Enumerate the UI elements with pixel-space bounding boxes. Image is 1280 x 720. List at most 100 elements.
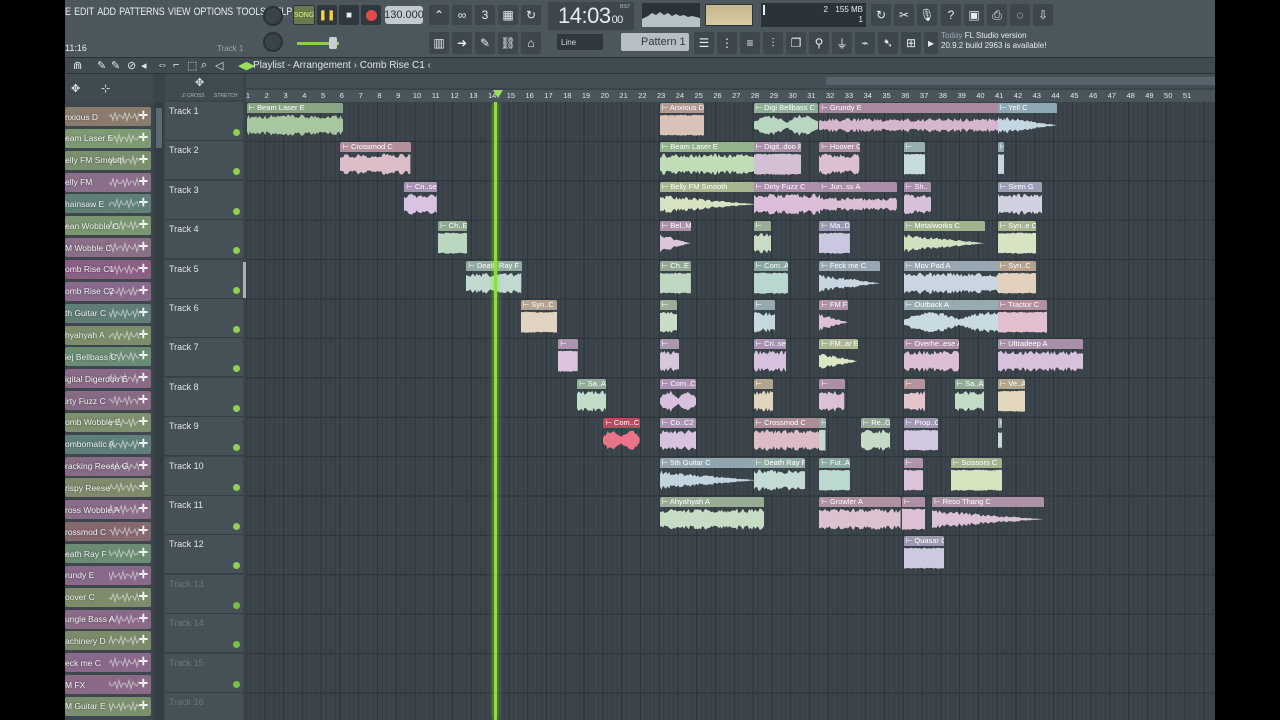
audio-clip[interactable]: ⊢ FM FX bbox=[819, 300, 849, 334]
audio-clip[interactable]: ⊢ Reso Thang C bbox=[931, 497, 1044, 531]
save-icon[interactable]: ▣ bbox=[964, 4, 984, 26]
add-to-rack-icon[interactable]: ✛ bbox=[139, 437, 148, 450]
track-header[interactable]: Track 10 bbox=[165, 456, 243, 496]
delete-tool-icon[interactable]: ⊘ bbox=[127, 59, 136, 72]
audio-clip[interactable]: ⊢ Feck me C bbox=[819, 260, 881, 295]
audio-clip[interactable]: ⊢ Dirty Fuzz C bbox=[753, 181, 821, 216]
browser-item[interactable]: omb Rise C1 ✛ bbox=[65, 259, 151, 279]
slip-tool-icon[interactable]: ⇔ bbox=[157, 59, 168, 71]
audio-clip[interactable]: ⊢ bbox=[997, 418, 1003, 452]
news-panel[interactable]: Today FL Studio version 20.9.2 build 296… bbox=[941, 31, 1061, 55]
audio-clip[interactable]: ⊢ Ahyahyah A bbox=[659, 497, 764, 531]
audio-clip[interactable]: ⊢ Sh.. bbox=[903, 181, 931, 216]
menu-options[interactable]: OPTIONS bbox=[194, 6, 234, 18]
tempo-display[interactable]: 130.000 bbox=[384, 6, 424, 24]
export-icon[interactable]: ⎙ bbox=[987, 4, 1007, 26]
audio-clip[interactable]: ⊢ Cri..se bbox=[404, 181, 438, 216]
browser-item[interactable]: ross Wobble A ✛ bbox=[65, 500, 151, 520]
step-edit-icon[interactable]: ▦ bbox=[498, 5, 518, 25]
audio-clip[interactable]: ⊢ bbox=[903, 457, 924, 492]
audio-clip[interactable]: ⊢ bbox=[903, 378, 926, 413]
track-mute-led[interactable] bbox=[233, 680, 240, 688]
add-to-rack-icon[interactable]: ✛ bbox=[139, 655, 148, 668]
audio-clip[interactable]: ⊢ Death Ray F bbox=[753, 457, 806, 492]
mute-tool-icon[interactable]: ◂ bbox=[141, 59, 147, 72]
piano-roll-icon[interactable]: ▥ bbox=[429, 32, 449, 54]
plug-icon[interactable]: ⏚ bbox=[832, 32, 852, 54]
add-to-rack-icon[interactable]: ✛ bbox=[139, 175, 148, 188]
track-header[interactable]: Track 11 bbox=[165, 496, 243, 535]
browser-icon[interactable]: ❐ bbox=[786, 32, 806, 54]
add-to-rack-icon[interactable]: ✛ bbox=[139, 131, 148, 144]
paint-tool-icon[interactable]: ✎ bbox=[111, 59, 120, 72]
undo-icon[interactable]: ↻ bbox=[871, 4, 891, 26]
menu-edit[interactable]: EDIT bbox=[74, 6, 94, 18]
track-header[interactable]: Track 1 bbox=[165, 102, 243, 141]
audio-clip[interactable]: ⊢ Belly FM Smooth bbox=[659, 181, 757, 216]
audio-clip[interactable]: ⊢ Siren G bbox=[997, 181, 1042, 216]
audio-clip[interactable]: ⊢ 5th Guitar C bbox=[659, 457, 757, 492]
audio-clip[interactable]: ⊢ Co..C2 bbox=[659, 418, 697, 452]
chat-icon[interactable]: ◌ bbox=[1010, 4, 1030, 26]
arrow-right-icon[interactable]: ➜ bbox=[452, 32, 472, 54]
browser-item[interactable]: nxious D ✛ bbox=[65, 107, 151, 126]
channel-rack-icon[interactable]: ⋮ bbox=[717, 32, 737, 54]
menu-patterns[interactable]: PATTERNS bbox=[119, 6, 165, 18]
audio-clip[interactable]: ⊢ Com..C1 bbox=[603, 418, 640, 452]
stamp-icon[interactable]: ⌂ bbox=[521, 32, 541, 54]
track-header[interactable]: Track 12 bbox=[165, 535, 243, 575]
loop-record-icon[interactable]: ↻ bbox=[521, 5, 541, 25]
track-mute-led[interactable] bbox=[233, 601, 240, 609]
browser-item[interactable]: igital Digerdoo E ✛ bbox=[65, 369, 151, 389]
audio-clip[interactable]: ⊢ FM..ar E bbox=[819, 339, 858, 373]
browser-item[interactable]: rundy E ✛ bbox=[65, 565, 151, 585]
audio-clip[interactable]: ⊢ Beam Laser E bbox=[659, 142, 757, 176]
add-to-rack-icon[interactable]: ✛ bbox=[139, 328, 148, 341]
audio-clip[interactable]: ⊢ Sa..A bbox=[577, 378, 607, 413]
browser-item[interactable]: ungle Bass A ✛ bbox=[65, 609, 151, 629]
playlist-grid[interactable]: ⊢ Beam Laser E ⊢ Anxious D ⊢ Digi Bellbass… bbox=[246, 102, 1215, 720]
add-to-rack-icon[interactable]: ✛ bbox=[139, 349, 148, 362]
audio-clip[interactable]: ⊢ Quasar G bbox=[903, 536, 945, 570]
track-header[interactable]: Track 5 bbox=[165, 259, 243, 299]
mixer-icon[interactable]: ≡ bbox=[740, 32, 760, 54]
audio-clip[interactable]: ⊢ Syn..C bbox=[997, 260, 1037, 295]
audio-clip[interactable]: ⊢ bbox=[901, 497, 926, 531]
browser-item[interactable]: rossmod C ✛ bbox=[65, 522, 151, 542]
add-to-rack-icon[interactable]: ✛ bbox=[139, 415, 148, 428]
add-to-rack-icon[interactable]: ✛ bbox=[139, 612, 148, 625]
add-to-rack-icon[interactable]: ✛ bbox=[139, 153, 148, 166]
audio-clip[interactable]: ⊢ Ultradeep A bbox=[997, 339, 1084, 373]
audio-clip[interactable]: ⊢ Digit..doo E bbox=[753, 142, 802, 176]
track-mute-led[interactable] bbox=[233, 168, 240, 176]
plug-icon[interactable]: ⊹ bbox=[101, 82, 110, 95]
browser-item[interactable]: ean Wobble C ✛ bbox=[65, 216, 151, 236]
master-pitch-knob[interactable] bbox=[263, 32, 283, 52]
browser-item[interactable]: th Guitar C ✛ bbox=[65, 303, 151, 323]
track-mute-led[interactable] bbox=[233, 641, 240, 649]
browser-item[interactable]: hyahyah A ✛ bbox=[65, 325, 151, 345]
browser-item[interactable]: elly FM Smooth ✛ bbox=[65, 150, 151, 170]
add-to-rack-icon[interactable]: ✛ bbox=[139, 109, 148, 122]
timeline-ruler[interactable]: 1 2 3 4 5 6 7 8 9 10 11 12 13 14 15 16 17 18 19 20 21 22 23 24 2… bbox=[246, 90, 1215, 102]
browser-item[interactable]: irty Fuzz C ✛ bbox=[65, 391, 151, 411]
browser-item[interactable]: M Guitar E ✛ bbox=[65, 696, 151, 716]
add-to-rack-icon[interactable]: ✛ bbox=[139, 546, 148, 559]
browser-item[interactable]: elly FM ✛ bbox=[65, 172, 151, 192]
add-to-rack-icon[interactable]: ✛ bbox=[139, 568, 148, 581]
track-header[interactable]: Track 14 bbox=[165, 614, 243, 654]
audio-clip[interactable]: ⊢ Beam Laser E bbox=[246, 103, 344, 137]
cart-icon[interactable]: ⊞ bbox=[901, 32, 921, 54]
master-volume-knob[interactable] bbox=[263, 6, 283, 26]
download-icon[interactable]: ⇩ bbox=[1033, 4, 1053, 26]
audio-clip[interactable]: ⊢ bbox=[903, 142, 926, 176]
audio-clip[interactable]: ⊢ Syn..e C bbox=[997, 221, 1037, 255]
stretch-label[interactable]: STRETCH bbox=[214, 93, 238, 99]
record-button[interactable] bbox=[361, 5, 381, 25]
song-mode-button[interactable]: SONG bbox=[293, 5, 315, 25]
zoom-tool-icon[interactable]: ⌕ bbox=[201, 59, 207, 72]
metronome-icon[interactable]: ⌃ bbox=[429, 5, 449, 25]
pause-button[interactable]: ❚❚ bbox=[317, 5, 337, 25]
audio-clip[interactable]: ⊢ bbox=[753, 221, 772, 255]
pattern-selector[interactable]: Pattern 1 bbox=[621, 33, 689, 51]
